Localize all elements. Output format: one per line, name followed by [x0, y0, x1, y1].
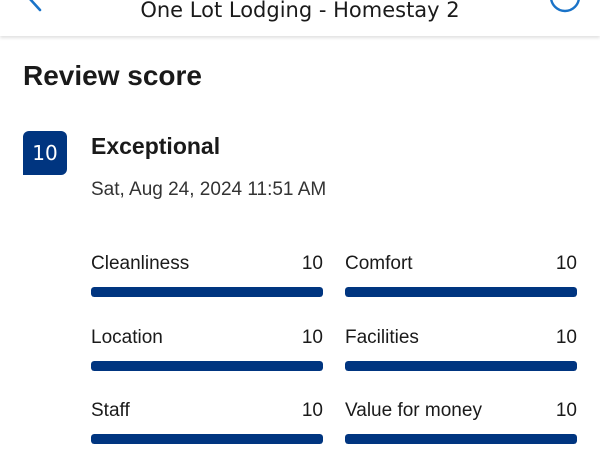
category-comfort: Comfort 10 [345, 253, 577, 303]
category-location: Location 10 [91, 327, 323, 377]
category-cleanliness: Cleanliness 10 [91, 253, 323, 303]
category-label: Location [91, 327, 163, 348]
category-label: Cleanliness [91, 253, 190, 274]
category-bar-fill [91, 361, 323, 371]
category-bar-fill [91, 434, 323, 444]
category-bar-fill [91, 287, 323, 297]
review-date: Sat, Aug 24, 2024 11:51 AM [91, 179, 327, 200]
category-value-for-money: Value for money 10 [345, 400, 577, 450]
category-bar-fill [345, 434, 577, 444]
category-value: 10 [301, 253, 323, 274]
category-label: Staff [91, 400, 130, 421]
category-bar [91, 434, 323, 444]
category-value: 10 [555, 253, 577, 274]
category-value: 10 [301, 400, 323, 421]
top-app-bar: One Lot Lodging - Homestay 2 [0, 0, 600, 36]
category-bar [345, 434, 577, 444]
category-label: Facilities [345, 327, 419, 348]
category-bar-fill [345, 361, 577, 371]
category-bar [345, 361, 577, 371]
category-facilities: Facilities 10 [345, 327, 577, 377]
score-badge: 10 [23, 131, 67, 175]
category-bar [91, 287, 323, 297]
category-bar [345, 287, 577, 297]
category-staff: Staff 10 [91, 400, 323, 450]
category-label: Value for money [345, 400, 482, 421]
review-score-heading: Review score [23, 60, 202, 91]
category-value: 10 [555, 327, 577, 348]
category-bar [91, 361, 323, 371]
share-icon[interactable] [548, 0, 582, 14]
category-value: 10 [555, 400, 577, 421]
category-label: Comfort [345, 253, 413, 274]
header-title: One Lot Lodging - Homestay 2 [140, 0, 460, 22]
category-value: 10 [301, 327, 323, 348]
score-label: Exceptional [91, 133, 221, 159]
category-bar-fill [345, 287, 577, 297]
